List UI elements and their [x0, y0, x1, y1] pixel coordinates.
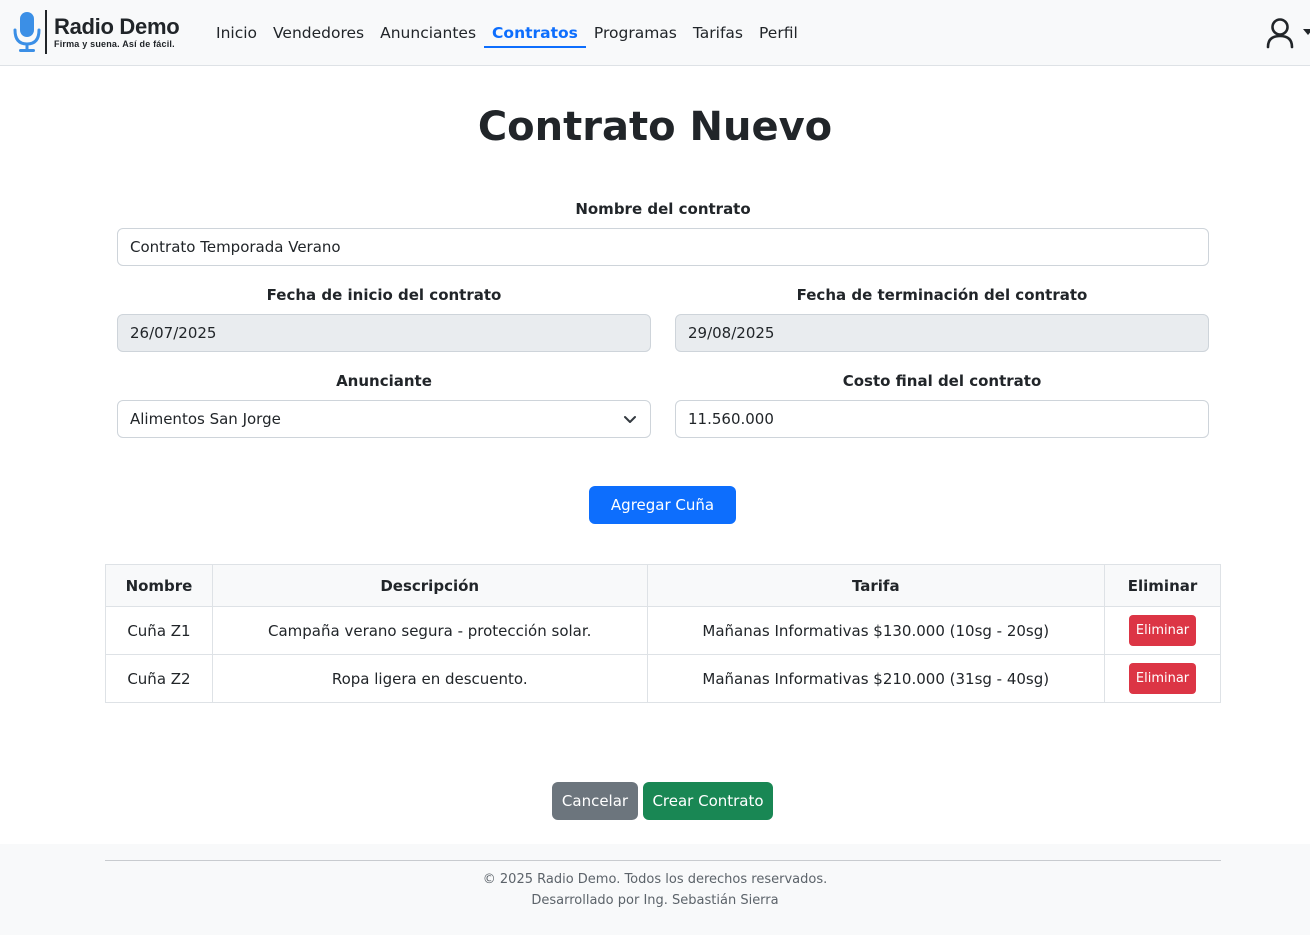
brand-title: Radio Demo: [54, 14, 180, 39]
cost-input[interactable]: 11.560.000: [675, 400, 1209, 438]
cost-label: Costo final del contrato: [842, 372, 1042, 390]
create-contract-button[interactable]: Crear Contrato: [643, 782, 773, 820]
chevron-down-icon: [624, 416, 636, 423]
table-row: Cuña Z2 Ropa ligera en descuento. Mañana…: [105, 654, 1221, 703]
delete-button[interactable]: Eliminar: [1129, 663, 1197, 694]
advertiser-select-value: Alimentos San Jorge: [130, 410, 281, 428]
user-dropdown-caret-icon[interactable]: [1303, 29, 1310, 35]
header-name: Nombre: [105, 564, 213, 607]
nav-inicio[interactable]: Inicio: [208, 18, 265, 48]
footer-divider: [105, 860, 1221, 861]
end-date-input[interactable]: 29/08/2025: [675, 314, 1209, 352]
delete-button[interactable]: Eliminar: [1129, 615, 1197, 646]
start-date-input[interactable]: 26/07/2025: [117, 314, 651, 352]
header-description: Descripción: [211, 564, 648, 607]
row-description: Ropa ligera en descuento.: [211, 654, 648, 703]
nav-programas[interactable]: Programas: [586, 18, 685, 48]
main-nav: Inicio Vendedores Anunciantes Contratos …: [208, 0, 806, 66]
row-delete-cell: Eliminar: [1104, 606, 1221, 655]
row-name: Cuña Z1: [105, 606, 213, 655]
brand-logo[interactable]: Radio Demo Firma y suena. Así de fácil.: [12, 9, 180, 55]
brand-subtitle: Firma y suena. Así de fácil.: [54, 39, 175, 49]
nav-tarifas[interactable]: Tarifas: [685, 18, 751, 48]
row-name: Cuña Z2: [105, 654, 213, 703]
advertiser-select[interactable]: Alimentos San Jorge: [117, 400, 651, 438]
header-delete: Eliminar: [1104, 564, 1221, 607]
row-delete-cell: Eliminar: [1104, 654, 1221, 703]
row-rate: Mañanas Informativas $210.000 (31sg - 40…: [646, 654, 1106, 703]
start-date-label: Fecha de inicio del contrato: [266, 286, 502, 304]
contract-name-input[interactable]: Contrato Temporada Verano: [117, 228, 1209, 266]
advertiser-label: Anunciante: [336, 372, 432, 390]
cancel-button[interactable]: Cancelar: [552, 782, 638, 820]
nav-contratos[interactable]: Contratos: [484, 18, 586, 48]
end-date-label: Fecha de terminación del contrato: [796, 286, 1088, 304]
user-icon[interactable]: [1263, 17, 1297, 49]
navbar: Radio Demo Firma y suena. Así de fácil. …: [0, 0, 1310, 66]
brand-divider: [45, 10, 47, 54]
row-description: Campaña verano segura - protección solar…: [211, 606, 648, 655]
nav-perfil[interactable]: Perfil: [751, 18, 806, 48]
add-spot-button[interactable]: Agregar Cuña: [589, 486, 736, 524]
microphone-icon: [12, 10, 42, 54]
table-header-row: Nombre Descripción Tarifa Eliminar: [105, 564, 1221, 607]
nav-vendedores[interactable]: Vendedores: [265, 18, 372, 48]
table-row: Cuña Z1 Campaña verano segura - protecci…: [105, 606, 1221, 655]
nav-anunciantes[interactable]: Anunciantes: [372, 18, 484, 48]
footer-credit: Desarrollado por Ing. Sebastián Sierra: [531, 893, 779, 908]
contract-name-label: Nombre del contrato: [575, 200, 751, 218]
brand-text: Radio Demo Firma y suena. Así de fácil.: [54, 14, 180, 50]
header-rate: Tarifa: [646, 564, 1106, 607]
row-rate: Mañanas Informativas $130.000 (10sg - 20…: [646, 606, 1106, 655]
spots-table: Nombre Descripción Tarifa Eliminar Cuña …: [105, 564, 1221, 703]
footer: © 2025 Radio Demo. Todos los derechos re…: [0, 844, 1310, 935]
page-title: Contrato Nuevo: [477, 104, 833, 150]
footer-copyright: © 2025 Radio Demo. Todos los derechos re…: [482, 872, 828, 887]
